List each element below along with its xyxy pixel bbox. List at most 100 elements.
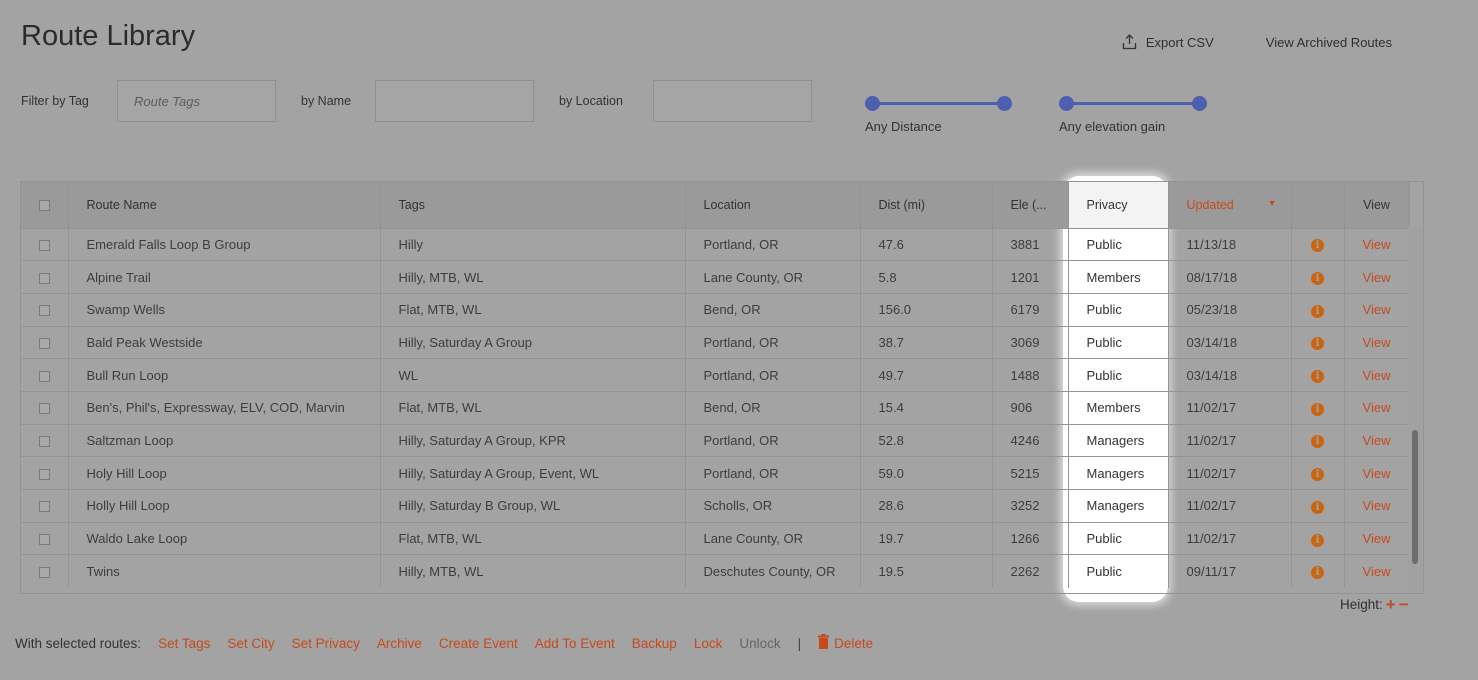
info-icon[interactable]: i: [1311, 370, 1324, 384]
add-to-event-action[interactable]: Add To Event: [535, 636, 615, 651]
elevation-range-slider[interactable]: Any elevation gain: [1059, 94, 1207, 134]
updated-cell: 11/02/17: [1168, 489, 1292, 523]
select-all-cell: [21, 182, 69, 228]
set-tags-action[interactable]: Set Tags: [158, 636, 210, 651]
column-header-distance[interactable]: Dist (mi): [860, 182, 993, 228]
row-checkbox[interactable]: [38, 403, 50, 415]
view-link[interactable]: View: [1363, 302, 1391, 317]
unlock-action[interactable]: Unlock: [739, 636, 780, 651]
row-checkbox[interactable]: [38, 567, 50, 579]
table-row[interactable]: Alpine Trail Hilly, MTB, WL Lane County, O…: [21, 260, 1410, 294]
route-name-cell: Ben's, Phil's, Expressway, ELV, COD, Mar…: [68, 391, 381, 425]
archive-action[interactable]: Archive: [377, 636, 422, 651]
table-row[interactable]: Saltzman Loop Hilly, Saturday A Group, KP…: [21, 424, 1410, 457]
height-decrease-button[interactable]: −: [1399, 596, 1409, 613]
view-link[interactable]: View: [1363, 335, 1391, 350]
view-link[interactable]: View: [1363, 237, 1391, 252]
tags-cell: Hilly: [380, 228, 686, 261]
lock-action[interactable]: Lock: [694, 636, 723, 651]
info-icon[interactable]: i: [1311, 500, 1324, 514]
info-icon[interactable]: i: [1311, 337, 1324, 351]
info-icon[interactable]: i: [1311, 533, 1324, 547]
row-checkbox[interactable]: [38, 337, 50, 349]
column-header-route-name[interactable]: Route Name: [68, 182, 381, 228]
distance-cell: 28.6: [860, 489, 993, 523]
table-scrollbar-thumb[interactable]: [1412, 430, 1418, 564]
distance-min-handle[interactable]: [865, 96, 880, 111]
select-all-checkbox[interactable]: [38, 199, 50, 211]
distance-cell: 47.6: [860, 228, 993, 261]
table-row[interactable]: Waldo Lake Loop Flat, MTB, WL Lane County,…: [21, 522, 1410, 555]
view-archived-routes-link[interactable]: View Archived Routes: [1266, 35, 1392, 50]
table-header-row: Route Name Tags Location Dist (mi) Ele (…: [21, 182, 1410, 228]
routes-table-container: Route Name Tags Location Dist (mi) Ele (…: [20, 181, 1424, 594]
info-icon[interactable]: i: [1311, 304, 1324, 318]
top-actions: Export CSV View Archived Routes: [1122, 34, 1392, 50]
location-cell: Lane County, OR: [685, 522, 861, 555]
row-select-cell: [21, 424, 69, 457]
set-city-action[interactable]: Set City: [227, 636, 274, 651]
table-row[interactable]: Holly Hill Loop Hilly, Saturday B Group, …: [21, 489, 1410, 523]
view-link[interactable]: View: [1363, 498, 1391, 513]
name-search-input[interactable]: [375, 80, 534, 122]
elevation-cell: 3252: [992, 489, 1069, 523]
table-row[interactable]: Ben's, Phil's, Expressway, ELV, COD, Mar…: [21, 391, 1410, 425]
table-row[interactable]: Twins Hilly, MTB, WL Deschutes County, OR 1…: [21, 554, 1410, 588]
elevation-min-handle[interactable]: [1059, 96, 1074, 111]
view-link[interactable]: View: [1363, 466, 1391, 481]
delete-action[interactable]: Delete: [818, 634, 873, 652]
view-link[interactable]: View: [1363, 433, 1391, 448]
by-location-label: by Location: [559, 94, 623, 108]
row-checkbox[interactable]: [38, 305, 50, 317]
info-icon[interactable]: i: [1311, 402, 1324, 416]
row-checkbox[interactable]: [38, 501, 50, 513]
row-checkbox[interactable]: [38, 272, 50, 284]
distance-range-slider[interactable]: Any Distance: [865, 94, 1012, 134]
info-icon[interactable]: i: [1311, 468, 1324, 482]
create-event-action[interactable]: Create Event: [439, 636, 518, 651]
table-row[interactable]: Emerald Falls Loop B Group Hilly Portland,…: [21, 228, 1410, 261]
table-row[interactable]: Holy Hill Loop Hilly, Saturday A Group, E…: [21, 456, 1410, 490]
column-header-updated[interactable]: Updated ▼: [1168, 182, 1292, 228]
row-checkbox[interactable]: [38, 239, 50, 251]
distance-cell: 19.7: [860, 522, 993, 555]
column-header-tags[interactable]: Tags: [380, 182, 686, 228]
column-header-elevation[interactable]: Ele (...: [992, 182, 1069, 228]
info-cell: i: [1291, 228, 1345, 261]
info-icon[interactable]: i: [1311, 239, 1324, 253]
view-link[interactable]: View: [1363, 564, 1391, 579]
height-increase-button[interactable]: +: [1386, 596, 1396, 613]
row-checkbox[interactable]: [38, 468, 50, 480]
row-checkbox[interactable]: [38, 370, 50, 382]
view-link[interactable]: View: [1363, 270, 1391, 285]
distance-cell: 49.7: [860, 358, 993, 392]
backup-action[interactable]: Backup: [632, 636, 677, 651]
elevation-max-handle[interactable]: [1192, 96, 1207, 111]
route-tags-input[interactable]: [117, 80, 276, 122]
info-icon[interactable]: i: [1311, 566, 1324, 580]
view-link[interactable]: View: [1363, 368, 1391, 383]
column-header-location[interactable]: Location: [685, 182, 861, 228]
elevation-cell: 906: [992, 391, 1069, 425]
export-csv-button[interactable]: Export CSV: [1122, 34, 1214, 50]
distance-max-handle[interactable]: [997, 96, 1012, 111]
table-row[interactable]: Bull Run Loop WL Portland, OR 49.7 1488 Publi…: [21, 358, 1410, 392]
column-header-privacy[interactable]: Privacy: [1068, 182, 1169, 228]
row-checkbox[interactable]: [38, 534, 50, 546]
updated-cell: 11/02/17: [1168, 456, 1292, 490]
table-row[interactable]: Swamp Wells Flat, MTB, WL Bend, OR 156.0 617…: [21, 293, 1410, 327]
row-select-cell: [21, 554, 69, 588]
set-privacy-action[interactable]: Set Privacy: [292, 636, 360, 651]
location-search-input[interactable]: [653, 80, 812, 122]
elevation-cell: 5215: [992, 456, 1069, 490]
route-name-cell: Waldo Lake Loop: [68, 522, 381, 555]
view-link[interactable]: View: [1363, 400, 1391, 415]
info-icon[interactable]: i: [1311, 435, 1324, 449]
distance-slider-track: [872, 102, 1005, 105]
elevation-cell: 2262: [992, 554, 1069, 588]
row-checkbox[interactable]: [38, 436, 50, 448]
elevation-cell: 3069: [992, 326, 1069, 359]
info-icon[interactable]: i: [1311, 272, 1324, 286]
table-row[interactable]: Bald Peak Westside Hilly, Saturday A Grou…: [21, 326, 1410, 359]
view-link[interactable]: View: [1363, 531, 1391, 546]
